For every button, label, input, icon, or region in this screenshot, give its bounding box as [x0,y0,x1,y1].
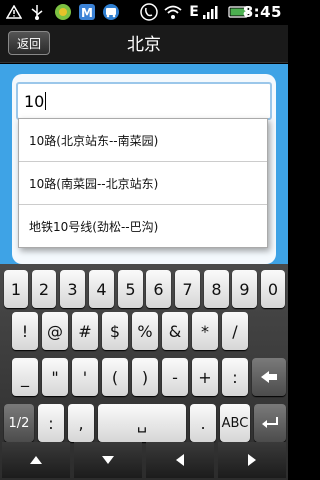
key-hash[interactable]: # [72,312,98,350]
key-colon-row3[interactable]: : [222,358,248,396]
key-6[interactable]: 6 [146,270,171,308]
key-underscore[interactable]: _ [12,358,38,396]
key-8[interactable]: 8 [204,270,229,308]
key-plus[interactable]: + [192,358,218,396]
back-button[interactable]: 返回 [8,31,50,55]
arrow-right-key[interactable] [218,442,286,478]
suggestion-item[interactable]: 10路(南菜园--北京站东) [19,162,267,205]
search-input-value: 10 [24,91,45,111]
status-bar: M E 8:45 [0,0,288,25]
signal-icon [202,3,218,21]
key-2[interactable]: 2 [32,270,56,308]
arrow-up-icon [30,456,42,464]
key-ampersand[interactable]: & [162,312,188,350]
key-colon[interactable]: : [38,404,64,442]
key-7[interactable]: 7 [175,270,200,308]
phone-wifi-icon [140,3,158,21]
backspace-icon [261,371,277,383]
key-abc[interactable]: ABC [220,404,250,442]
e-network-icon: E [189,4,199,20]
key-4[interactable]: 4 [89,270,114,308]
key-9[interactable]: 9 [232,270,257,308]
key-3[interactable]: 3 [60,270,85,308]
text-cursor [45,92,47,110]
arrow-right-icon [248,454,256,466]
key-asterisk[interactable]: * [192,312,218,350]
arrow-left-icon [176,454,184,466]
suggestion-item[interactable]: 10路(北京站东--南菜园) [19,119,267,162]
key-period[interactable]: . [190,404,216,442]
warning-icon [6,3,22,21]
key-minus[interactable]: - [162,358,188,396]
key-double-quote[interactable]: " [42,358,68,396]
wifi-icon [164,3,182,21]
enter-key[interactable] [254,404,286,442]
suggestion-item[interactable]: 地铁10号线(劲松--巴沟) [19,205,267,248]
key-0[interactable]: 0 [261,270,285,308]
key-1[interactable]: 1 [4,270,28,308]
key-open-paren[interactable]: ( [102,358,128,396]
arrow-up-key[interactable] [2,442,70,478]
title-bar: 北京 返回 [0,25,288,63]
arrow-down-key[interactable] [74,442,142,478]
key-slash[interactable]: / [222,312,248,350]
enter-icon [262,417,278,428]
key-space[interactable]: ␣ [98,404,186,442]
usb-icon [30,3,44,21]
arrow-left-key[interactable] [146,442,214,478]
key-single-quote[interactable]: ' [72,358,98,396]
arrow-down-icon [102,456,114,464]
key-page-toggle[interactable]: 1/2 [4,404,34,442]
app-icon-bus [102,3,120,21]
key-comma[interactable]: , [68,404,94,442]
key-5[interactable]: 5 [118,270,143,308]
key-dollar[interactable]: $ [102,312,128,350]
suggestion-dropdown: 10路(北京站东--南菜园) 10路(南菜园--北京站东) 地铁10号线(劲松-… [18,118,268,248]
search-input[interactable]: 10 [16,82,272,120]
key-exclamation[interactable]: ! [12,312,38,350]
key-at[interactable]: @ [42,312,68,350]
app-icon-green [54,3,72,21]
app-icon-blue: M [78,3,96,21]
backspace-key[interactable] [252,358,286,396]
status-time: 8:45 [242,3,282,21]
key-percent[interactable]: % [132,312,158,350]
svg-text:M: M [81,6,93,20]
key-close-paren[interactable]: ) [132,358,158,396]
